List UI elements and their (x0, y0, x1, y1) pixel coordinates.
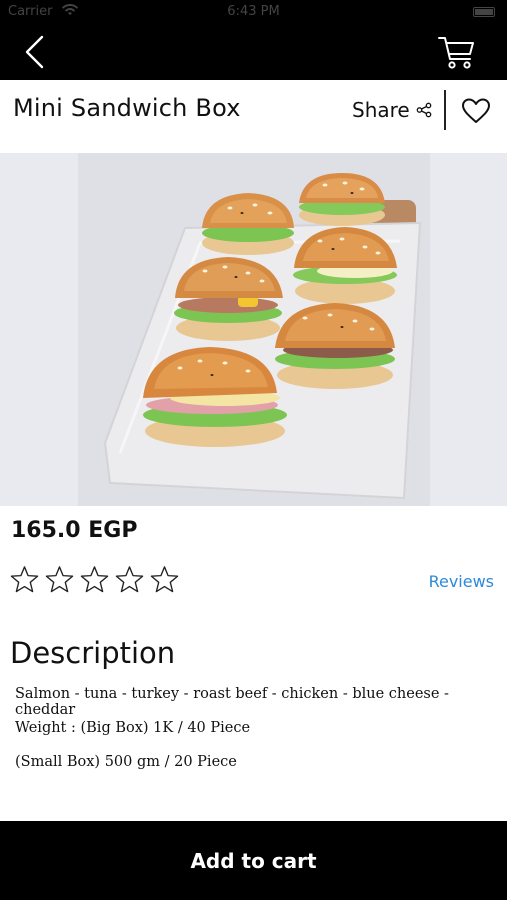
product-header: Mini Sandwich Box Share (0, 80, 507, 142)
cart-button[interactable] (437, 32, 477, 72)
product-price: 165.0 EGP (11, 518, 138, 543)
status-bar: Carrier 6:43 PM (0, 0, 507, 24)
star-icon[interactable] (80, 565, 109, 594)
description-line: Salmon - tuna - turkey - roast beef - ch… (15, 686, 449, 718)
star-icon[interactable] (45, 565, 74, 594)
cart-icon (438, 37, 474, 69)
heart-icon (462, 98, 490, 123)
chevron-left-icon (25, 35, 44, 69)
description-heading: Description (10, 636, 176, 670)
favorite-button[interactable] (460, 95, 492, 127)
status-time: 6:43 PM (227, 4, 280, 19)
star-icon[interactable] (10, 565, 39, 594)
product-image (0, 153, 507, 506)
back-button[interactable] (18, 32, 58, 72)
star-icon[interactable] (115, 565, 144, 594)
product-title: Mini Sandwich Box (13, 94, 241, 122)
reviews-link[interactable]: Reviews (429, 572, 494, 591)
navigation-bar (0, 24, 507, 80)
description-line: Weight : (Big Box) 1K / 40 Piece (15, 720, 251, 736)
battery-icon (473, 7, 495, 17)
share-button[interactable]: Share (352, 98, 432, 122)
add-to-cart-button[interactable]: Add to cart (0, 821, 507, 900)
share-icon (416, 102, 432, 118)
star-icon[interactable] (150, 565, 179, 594)
rating-stars (10, 565, 179, 594)
share-label: Share (352, 98, 410, 122)
header-divider (444, 90, 446, 130)
sandwich-platter-image (0, 153, 507, 506)
description-line: (Small Box) 500 gm / 20 Piece (15, 754, 237, 770)
